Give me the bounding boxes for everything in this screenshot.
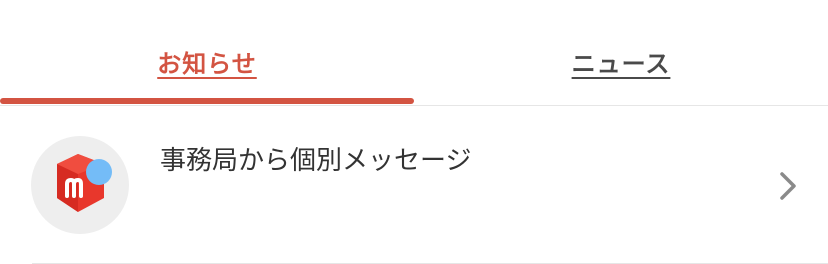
avatar	[31, 136, 129, 234]
notification-title: 事務局から個別メッセージ	[160, 146, 472, 176]
tab-notices[interactable]: お知らせ	[0, 0, 414, 105]
tab-news-label: ニュース	[571, 50, 671, 78]
chevron-right-icon	[780, 172, 796, 200]
active-tab-indicator	[0, 98, 414, 104]
unread-dot	[86, 159, 112, 185]
tab-news[interactable]: ニュース	[414, 0, 828, 105]
tab-notices-label: お知らせ	[157, 50, 257, 78]
notification-item[interactable]: 事務局から個別メッセージ	[0, 106, 828, 264]
mercari-logo-icon	[57, 154, 112, 212]
tab-bar: お知らせ ニュース	[0, 0, 828, 106]
